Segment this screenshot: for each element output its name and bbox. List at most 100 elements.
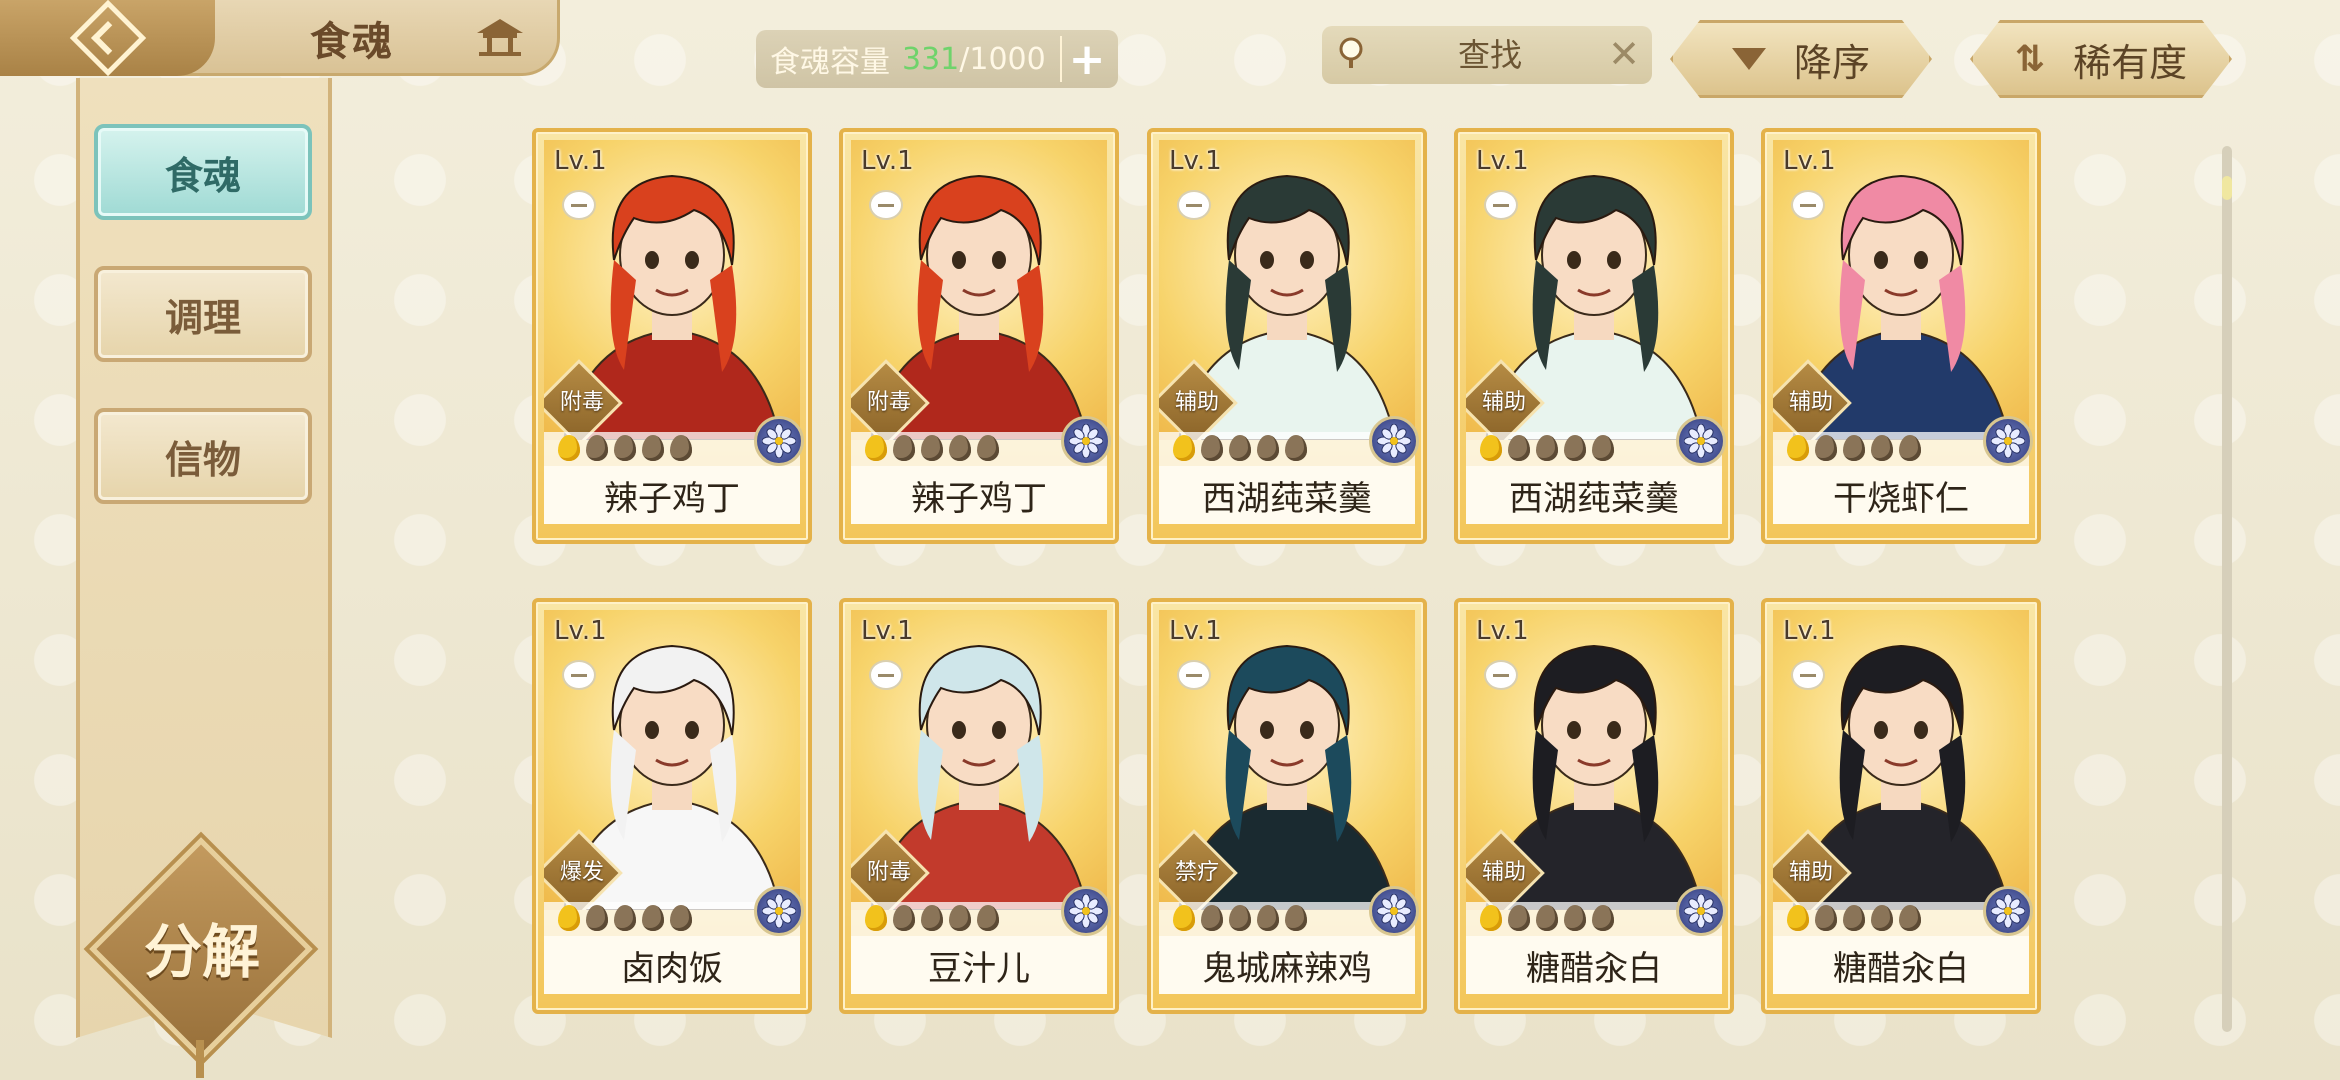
info-bubble-icon[interactable]	[1791, 190, 1825, 220]
info-bubble-icon[interactable]	[562, 190, 596, 220]
add-capacity-button[interactable]: +	[1060, 34, 1112, 85]
star-icon	[977, 905, 999, 931]
star-icon	[670, 905, 692, 931]
star-rating	[865, 434, 999, 462]
star-icon	[1843, 905, 1865, 931]
card-name: 鬼城麻辣鸡	[1159, 936, 1415, 994]
star-icon	[1564, 435, 1586, 461]
info-bubble-icon[interactable]	[869, 190, 903, 220]
star-icon	[642, 435, 664, 461]
star-icon	[1257, 905, 1279, 931]
info-bubble-icon[interactable]	[1177, 190, 1211, 220]
star-icon	[642, 905, 664, 931]
star-icon	[586, 905, 608, 931]
level-label: Lv.1	[1476, 616, 1529, 646]
star-icon	[921, 905, 943, 931]
card-name: 西湖莼菜羹	[1466, 466, 1722, 524]
rarity-flower-icon	[754, 416, 804, 466]
sort-descending-label: 降序	[1793, 40, 1870, 85]
capacity-total: /1000	[959, 41, 1046, 77]
info-bubble-icon[interactable]	[1791, 660, 1825, 690]
tab-cooking[interactable]: 调理	[94, 266, 312, 362]
star-icon	[977, 435, 999, 461]
star-icon	[1815, 435, 1837, 461]
food-soul-card[interactable]: Lv.1 辅助	[1147, 128, 1427, 544]
rarity-flower-icon	[1061, 886, 1111, 936]
food-soul-grid: Lv.1 附毒 辣子鸡丁 Lv.1 附毒 辣子鸡丁 Lv.1 辅助 西湖莼菜羹 …	[532, 128, 2042, 1018]
clear-icon[interactable]: ✕	[1608, 32, 1640, 76]
star-icon	[949, 435, 971, 461]
food-soul-card[interactable]: Lv.1 辅助	[1761, 598, 2041, 1014]
decompose-label[interactable]: 分解	[112, 902, 292, 992]
star-icon	[1564, 905, 1586, 931]
character-portrait: Lv.1 辅助	[1466, 140, 1722, 440]
level-label: Lv.1	[861, 616, 914, 646]
card-name: 辣子鸡丁	[851, 466, 1107, 524]
info-bubble-icon[interactable]	[1484, 190, 1518, 220]
star-icon	[586, 435, 608, 461]
info-bubble-icon[interactable]	[1484, 660, 1518, 690]
tab-food-soul[interactable]: 食魂	[94, 124, 312, 220]
character-portrait: Lv.1 禁疗	[1159, 610, 1415, 910]
star-icon	[1201, 905, 1223, 931]
star-rating	[1480, 904, 1614, 932]
level-label: Lv.1	[1783, 616, 1836, 646]
back-button[interactable]	[0, 0, 215, 77]
search-input[interactable]	[1378, 32, 1602, 78]
star-rating	[1173, 434, 1307, 462]
scrollbar-thumb[interactable]	[2222, 176, 2232, 200]
info-bubble-icon[interactable]	[869, 660, 903, 690]
star-icon	[1592, 905, 1614, 931]
role-label: 辅助	[1174, 390, 1219, 415]
star-icon	[1229, 435, 1251, 461]
food-soul-card[interactable]: Lv.1 禁疗 鬼城麻辣鸡	[1147, 598, 1427, 1014]
level-label: Lv.1	[861, 146, 914, 176]
character-portrait: Lv.1 辅助	[1466, 610, 1722, 910]
character-portrait: Lv.1 辅助	[1773, 140, 2029, 440]
sort-rarity-label: 稀有度	[2073, 40, 2188, 85]
rarity-flower-icon	[754, 886, 804, 936]
star-rating	[1787, 904, 1921, 932]
capacity-label: 食魂容量	[770, 45, 890, 80]
star-icon	[1201, 435, 1223, 461]
level-label: Lv.1	[554, 146, 607, 176]
star-icon	[1508, 905, 1530, 931]
food-soul-card[interactable]: Lv.1 辅助	[1454, 128, 1734, 544]
star-rating	[1173, 904, 1307, 932]
star-icon	[1787, 435, 1809, 461]
tab-tokens[interactable]: 信物	[94, 408, 312, 504]
star-icon	[558, 905, 580, 931]
food-soul-card[interactable]: Lv.1 附毒	[532, 128, 812, 544]
rarity-flower-icon	[1983, 886, 2033, 936]
rarity-flower-icon	[1369, 416, 1419, 466]
capacity-used: 331	[902, 41, 960, 77]
food-soul-card[interactable]: Lv.1 附毒	[839, 598, 1119, 1014]
triangle-down-icon	[1732, 48, 1766, 70]
star-icon	[949, 905, 971, 931]
rarity-flower-icon	[1676, 886, 1726, 936]
star-icon	[1592, 435, 1614, 461]
character-portrait: Lv.1 附毒	[544, 140, 800, 440]
food-soul-card[interactable]: Lv.1 辅助	[1454, 598, 1734, 1014]
food-soul-card[interactable]: Lv.1 爆发 卤肉饭	[532, 598, 812, 1014]
sort-rarity-button[interactable]: ⇅ 稀有度	[1970, 20, 2232, 98]
sort-descending-button[interactable]: 降序	[1670, 20, 1932, 98]
star-rating	[1480, 434, 1614, 462]
character-portrait: Lv.1 附毒	[851, 140, 1107, 440]
star-rating	[1787, 434, 1921, 462]
role-label: 辅助	[1788, 860, 1833, 885]
scrollbar-track[interactable]	[2222, 146, 2232, 1032]
info-bubble-icon[interactable]	[1177, 660, 1211, 690]
food-soul-card[interactable]: Lv.1 辅助	[1761, 128, 2041, 544]
star-icon	[1871, 905, 1893, 931]
level-label: Lv.1	[1476, 146, 1529, 176]
card-name: 糖醋汆白	[1773, 936, 2029, 994]
star-icon	[1480, 905, 1502, 931]
star-icon	[1173, 435, 1195, 461]
info-bubble-icon[interactable]	[562, 660, 596, 690]
search-box: ✕	[1322, 26, 1652, 84]
star-icon	[558, 435, 580, 461]
food-soul-card[interactable]: Lv.1 附毒	[839, 128, 1119, 544]
back-arrow-icon	[69, 0, 146, 77]
star-icon	[865, 905, 887, 931]
